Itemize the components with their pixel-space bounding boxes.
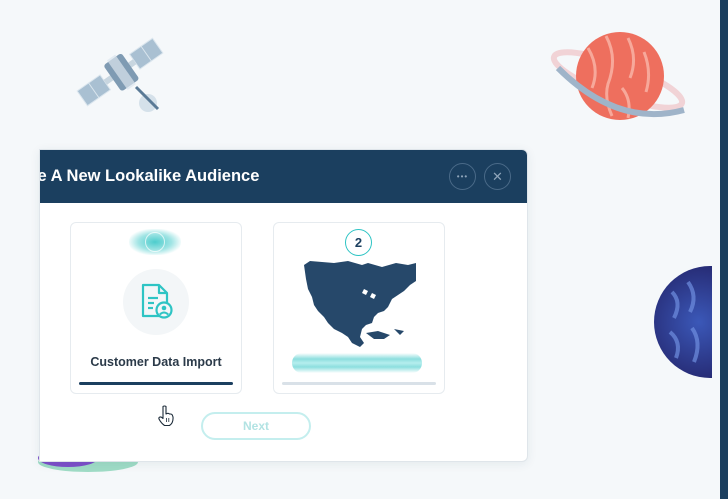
satellite-illustration: [76, 37, 164, 112]
ringed-planet-illustration: [550, 32, 686, 120]
north-america-map: [304, 261, 416, 347]
icon-container: [123, 269, 189, 335]
hand-cursor-icon: [158, 405, 174, 427]
loading-glow-bar: [292, 353, 422, 373]
step-progress-bar: [282, 382, 436, 385]
purple-planet-illustration: [654, 266, 712, 378]
modal-header: te A New Lookalike Audience ••• ✕: [40, 150, 527, 203]
step-card-customer-data-import[interactable]: Customer Data Import: [70, 222, 242, 394]
step-label: Customer Data Import: [90, 355, 222, 369]
more-horizontal-icon: •••: [456, 171, 469, 181]
step-indicator-completed: [129, 229, 181, 255]
close-button[interactable]: ✕: [484, 163, 511, 190]
right-edge-bar: [720, 0, 728, 499]
close-icon: ✕: [492, 169, 503, 184]
step-number-badge: 2: [345, 229, 372, 256]
step-dot: [145, 232, 165, 252]
document-user-icon: [141, 283, 173, 319]
modal-title: te A New Lookalike Audience: [39, 167, 260, 185]
create-lookalike-modal: te A New Lookalike Audience ••• ✕ Custom…: [39, 149, 528, 462]
step-progress-bar: [79, 382, 233, 385]
next-button[interactable]: Next: [201, 412, 311, 440]
more-options-button[interactable]: •••: [449, 163, 476, 190]
step-card-2[interactable]: 2: [273, 222, 445, 394]
header-actions: ••• ✕: [449, 163, 511, 190]
